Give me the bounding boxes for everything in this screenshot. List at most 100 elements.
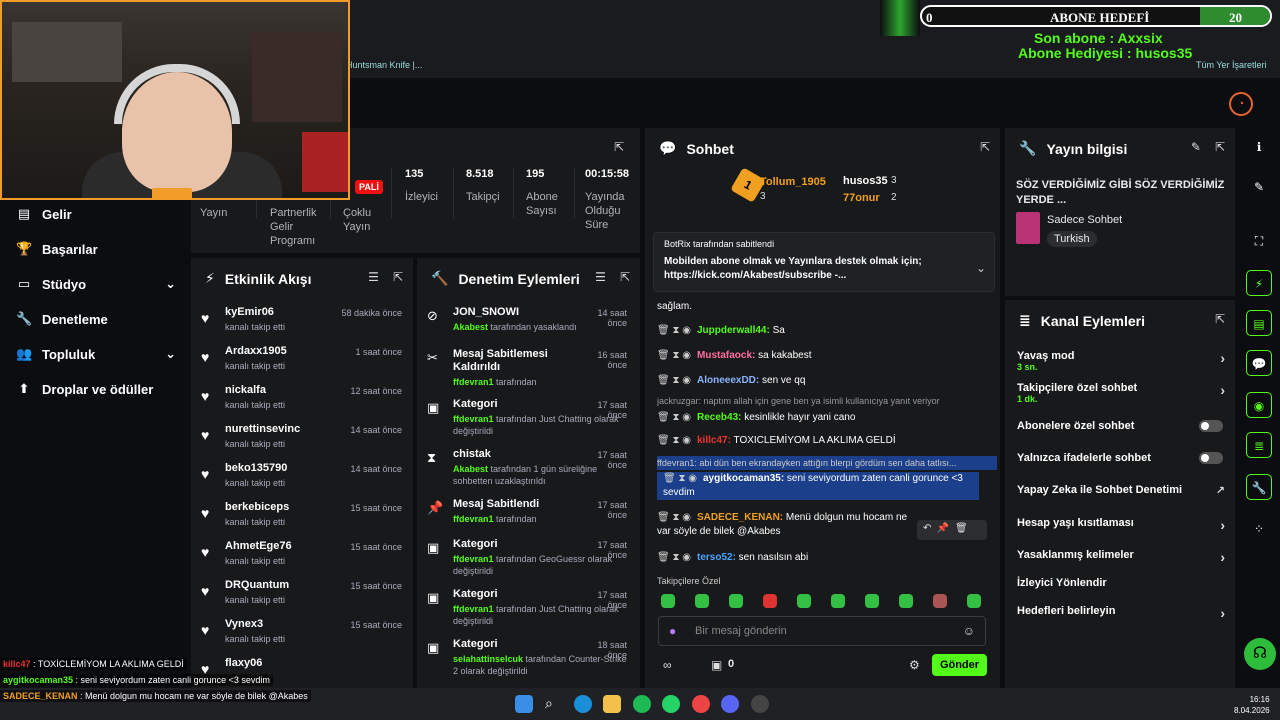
leader-1[interactable]: Tollum_1905 (760, 176, 826, 188)
toggle-switch[interactable] (1199, 420, 1223, 432)
sidebar-item-gelir[interactable]: ▤ Gelir (16, 206, 72, 222)
chat-message[interactable]: ffdevran1: abi dün ben ekrandayken attığ… (657, 456, 997, 470)
mod-icons[interactable]: 🗑 ⧗ ◉ (657, 552, 691, 563)
channel-action-row[interactable]: İzleyici Yönlendir (1017, 577, 1227, 589)
support-icon[interactable]: ☊ (1244, 638, 1276, 670)
mod-icons[interactable]: 🗑 ⧗ ◉ (657, 325, 691, 336)
spotify-icon[interactable] (633, 695, 651, 713)
fullscreen-icon[interactable]: ⛶ (1246, 228, 1272, 254)
folder-icon[interactable] (603, 695, 621, 713)
chat-message[interactable]: 🗑 ⧗ ◉ Receb43: kesinlikle hayır yani cano (657, 411, 997, 425)
chat-username[interactable]: Mustafaock: (697, 350, 755, 361)
activity-item[interactable]: ♥ DRQuantum kanalı takip etti 15 saat önce (201, 579, 406, 613)
sidebar-item-droplar[interactable]: ⬆ Droplar ve ödüller (16, 381, 154, 397)
channel-action-row[interactable]: Hedefleri belirleyin › (1017, 605, 1227, 621)
channel-action-row[interactable]: Hesap yaşı kısıtlaması › (1017, 517, 1227, 533)
search-icon[interactable]: ⌕ (545, 695, 563, 713)
message-actions[interactable]: ↶ 📌 🗑 (917, 520, 987, 540)
kick-icon[interactable]: ◔ (1229, 92, 1253, 116)
layers-icon[interactable]: ≣ (1246, 432, 1272, 458)
chat-username[interactable]: Receb43: (697, 412, 741, 423)
edge-icon[interactable] (574, 695, 592, 713)
chat-message[interactable]: 🗑 ⧗ ◉ Juppderwall44: Sa (657, 324, 997, 338)
pencil-icon[interactable]: ✎ (1191, 140, 1201, 154)
app-icon[interactable] (751, 695, 769, 713)
store-icon[interactable]: ▣ (711, 658, 722, 672)
activity-item[interactable]: ♥ nickalfa kanalı takip etti 12 saat önce (201, 384, 406, 418)
category-thumbnail[interactable] (1016, 212, 1040, 244)
discord-icon[interactable] (721, 695, 739, 713)
windows-start-icon[interactable] (515, 695, 533, 713)
mod-icons[interactable]: 🗑 ⧗ ◉ (657, 412, 691, 423)
mod-icons[interactable]: 🗑 ⧗ ◉ (657, 512, 691, 523)
activity-item[interactable]: ♥ berkebiceps kanalı takip etti 15 saat önc… (201, 501, 406, 535)
chat-message[interactable]: 🗑 ⧗ ◉ SADECE_KENAN: Menü dolgun mu hocam … (657, 511, 917, 539)
emoji-icon[interactable]: ☺ (963, 624, 975, 638)
mod-icons[interactable]: 🗑 ⧗ ◉ (657, 435, 691, 446)
pinned-message[interactable]: BotRix tarafından sabitlendi Mobilden ab… (653, 232, 995, 292)
pencil-icon[interactable]: ✎ (1246, 174, 1272, 200)
leader-3[interactable]: 77onur (843, 192, 880, 204)
chat-username[interactable]: AloneeexDD: (697, 375, 759, 386)
activity-item[interactable]: ♥ nurettinsevinc kanalı takip etti 14 saat … (201, 423, 406, 457)
bookmark-left[interactable]: Huntsman Knife |... (346, 60, 422, 70)
chat-username[interactable]: SADECE_KENAN: (697, 512, 783, 523)
activity-item[interactable]: ♥ Vynex3 kanalı takip etti 15 saat önce (201, 618, 406, 652)
chat-username[interactable]: killc47: (697, 435, 731, 446)
popout-icon[interactable]: ⇱ (620, 270, 630, 284)
activity-item[interactable]: ♥ AhmetEge76 kanalı takip etti 15 saat önce (201, 540, 406, 574)
chat-icon[interactable]: 💬 (1246, 350, 1272, 376)
bookmark-right[interactable]: Tüm Yer İşaretleri (1196, 60, 1267, 70)
chat-message[interactable]: 🗑 ⧗ ◉ Mustafaock: sa kakabest (657, 349, 997, 363)
sidebar-item-denetleme[interactable]: 🔧 Denetleme (16, 311, 108, 327)
activity-item[interactable]: ♥ beko135790 kanalı takip etti 14 saat önce (201, 462, 406, 496)
popout-icon[interactable]: ⇱ (393, 270, 403, 284)
whatsapp-icon[interactable] (662, 695, 680, 713)
sidebar-item-basarilar[interactable]: 🏆 Başarılar (16, 241, 98, 257)
chat-message[interactable]: 🗑 ⧗ ◉ AloneeexDD: sen ve qq (657, 374, 997, 388)
channel-action-row[interactable]: Yapay Zeka ile Sohbet Denetimi ↗ (1017, 484, 1227, 497)
toggle-switch[interactable] (1199, 452, 1223, 464)
chat-message[interactable]: 🗑 ⧗ ◉ killc47: TOXICLEMİYOM LA AKLIMA GEL… (657, 434, 997, 448)
bolt-icon[interactable]: ⚡ (1246, 270, 1272, 296)
broadcast-icon[interactable]: ◉ (1246, 392, 1272, 418)
chat-message[interactable]: sağlam. (657, 300, 997, 314)
chevron-down-icon[interactable]: ⌄ (976, 261, 986, 275)
chat-username[interactable]: aygitkocaman35: (703, 473, 784, 484)
gear-icon[interactable]: ⚙ (909, 658, 920, 672)
wrench-icon[interactable]: 🔧 (1246, 474, 1272, 500)
document-icon[interactable]: ▤ (1246, 310, 1272, 336)
leader-2[interactable]: husos35 (843, 175, 888, 187)
mod-icons[interactable]: 🗑 ⧗ ◉ (663, 473, 697, 484)
activity-item[interactable]: ♥ Ardaxx1905 kanalı takip etti 1 saat önce (201, 345, 406, 379)
sidebar-item-studyo[interactable]: ▭ Stüdyo ⌄ (16, 276, 176, 292)
mod-icons[interactable]: 🗑 ⧗ ◉ (657, 375, 691, 386)
infinity-icon[interactable]: ∞ (663, 658, 672, 672)
popout-icon[interactable]: ⇱ (614, 140, 624, 154)
filter-icon[interactable]: ☰ (595, 270, 606, 284)
channel-action-row[interactable]: Yavaş mod 3 sn. › (1017, 350, 1227, 372)
filter-icon[interactable]: ☰ (368, 270, 379, 284)
info-icon[interactable]: ℹ (1246, 134, 1272, 160)
channel-action-row[interactable]: Takipçilere özel sohbet 1 dk. › (1017, 382, 1227, 404)
category-name[interactable]: Sadece Sohbet (1047, 214, 1122, 226)
chat-message[interactable]: jackruzgar: naptım allah için gene ben y… (657, 394, 997, 408)
chat-input[interactable]: ● Bir mesaj gönderin ☺ (658, 616, 986, 646)
channel-action-row[interactable]: Yalnızca ifadelerle sohbet (1017, 452, 1227, 464)
mic-icon[interactable]: ● (669, 624, 676, 638)
mod-icons[interactable]: 🗑 ⧗ ◉ (657, 350, 691, 361)
popout-icon[interactable]: ⇱ (1215, 312, 1225, 326)
activity-item[interactable]: ♥ kyEmir06 kanalı takip etti 58 dakika önce (201, 306, 406, 340)
send-button[interactable]: Gönder (932, 654, 987, 676)
sidebar-item-topluluk[interactable]: 👥 Topluluk ⌄ (16, 346, 176, 362)
channel-action-row[interactable]: Abonelere özel sohbet (1017, 420, 1227, 432)
chat-message[interactable]: 🗑 ⧗ ◉ aygitkocaman35: seni seviyordum zat… (657, 472, 979, 500)
chat-username[interactable]: terso52: (697, 552, 736, 563)
chat-username[interactable]: Juppderwall44: (697, 325, 770, 336)
chat-message[interactable]: 🗑 ⧗ ◉ terso52: sen nasılsın abi (657, 551, 997, 565)
channel-action-row[interactable]: Yasaklanmış kelimeler › (1017, 549, 1227, 565)
users-icon[interactable]: ⁘ (1246, 516, 1272, 542)
popout-icon[interactable]: ⇱ (980, 140, 990, 154)
chrome-icon[interactable] (692, 695, 710, 713)
popout-icon[interactable]: ⇱ (1215, 140, 1225, 154)
